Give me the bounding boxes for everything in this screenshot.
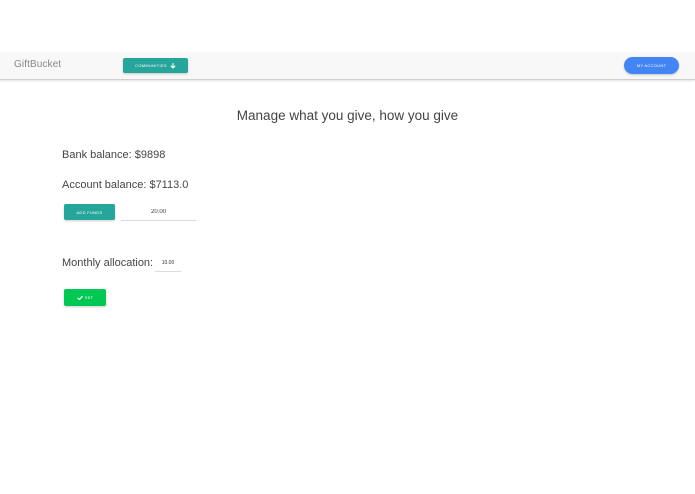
set-allocation-button[interactable]: SET: [64, 289, 106, 306]
add-funds-amount-input[interactable]: [121, 204, 196, 221]
my-account-button[interactable]: MY ACCOUNT: [624, 57, 679, 74]
monthly-allocation-input[interactable]: [155, 255, 181, 272]
add-funds-button-label: ADD FUNDS: [76, 209, 103, 215]
account-balance: Account balance: $7113.0: [62, 179, 189, 191]
page: GiftBucket COMMUNITIES MY ACCOUNT Manage…: [0, 0, 695, 494]
communities-button[interactable]: COMMUNITIES: [123, 58, 188, 73]
navbar: GiftBucket COMMUNITIES MY ACCOUNT: [0, 52, 695, 80]
brand-logo[interactable]: GiftBucket: [14, 59, 61, 70]
communities-button-label: COMMUNITIES: [135, 63, 167, 68]
arrow-down-icon: [170, 62, 176, 69]
my-account-button-label: MY ACCOUNT: [636, 63, 667, 68]
page-title: Manage what you give, how you give: [236, 108, 459, 123]
check-icon: [76, 295, 83, 300]
set-button-label: SET: [84, 295, 94, 300]
add-funds-button[interactable]: ADD FUNDS: [64, 204, 115, 220]
bank-balance: Bank balance: $9898: [62, 149, 166, 161]
monthly-allocation-label: Monthly allocation:: [62, 257, 154, 269]
